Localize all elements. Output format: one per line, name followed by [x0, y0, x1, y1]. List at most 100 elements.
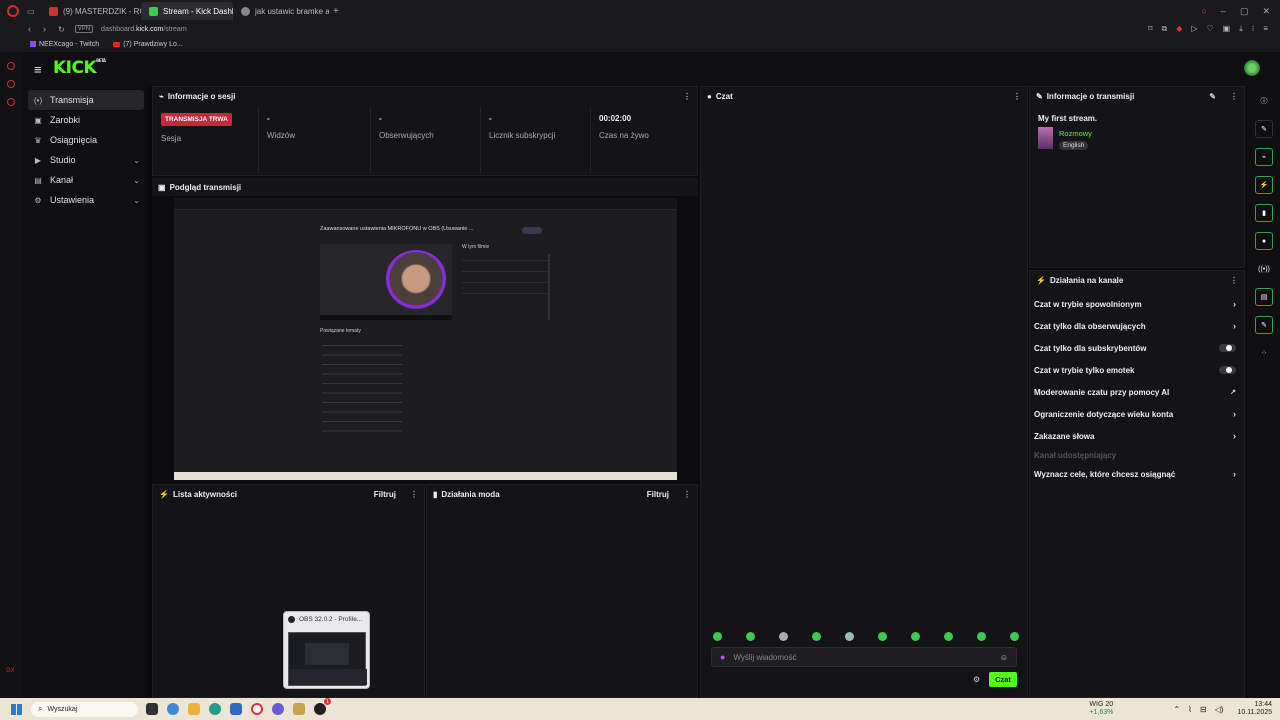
opera-taskbar-icon[interactable] — [251, 703, 263, 715]
mod-filter-button[interactable]: Filtruj — [647, 490, 669, 499]
screenshot-icon[interactable]: ⧉ — [1161, 24, 1167, 34]
chevron-up-icon[interactable]: ⌃ — [1173, 705, 1180, 714]
activity-filter-button[interactable]: Filtruj — [374, 490, 396, 499]
extensions-icon[interactable]: ⁝ — [1252, 24, 1255, 34]
microphone-icon[interactable]: ● — [720, 652, 725, 662]
chat-send-button[interactable]: Czat — [989, 672, 1017, 687]
tab-google-search[interactable]: jak ustawic bramke azur — [233, 2, 329, 20]
file-explorer-icon[interactable] — [188, 703, 200, 715]
emote-icon[interactable] — [977, 632, 986, 641]
vpn-badge[interactable]: VPN — [74, 25, 94, 33]
tab-kick-dashboard[interactable]: Stream - Kick Dashb — [141, 2, 233, 20]
reload-icon[interactable]: ↻ — [58, 25, 65, 34]
play-icon[interactable]: ▷ — [1191, 24, 1197, 34]
opera-logo-icon[interactable] — [7, 5, 19, 17]
more-options-icon[interactable]: ⋮ — [683, 92, 691, 101]
aria-icon[interactable] — [7, 62, 15, 70]
maximize-icon[interactable]: ▢ — [1240, 6, 1249, 17]
mod-panel-icon[interactable]: ▮ — [1255, 204, 1273, 222]
tab-manager-icon[interactable]: ▭ — [27, 7, 41, 16]
tab-masterdzik[interactable]: (9) MASTERDZIK - ROBIM — [41, 2, 141, 20]
clock[interactable]: 13:44 10.11.2025 — [1237, 701, 1272, 717]
search-tabs-icon[interactable]: ○ — [1201, 6, 1206, 17]
chat-panel-icon[interactable]: ● — [1255, 232, 1273, 250]
more-options-icon[interactable]: ⋮ — [1230, 92, 1238, 101]
nav-kanal[interactable]: ▤ Kanał ⌄ — [28, 170, 144, 190]
account-age-row[interactable]: Ograniczenie dotyczące wieku konta › — [1030, 403, 1244, 425]
task-view-icon[interactable] — [146, 703, 158, 715]
taskbar-search-input[interactable]: ⌕ Wyszukaj — [31, 701, 138, 717]
wallet-icon[interactable]: ▣ — [1223, 24, 1231, 34]
more-options-icon[interactable]: ⋮ — [410, 490, 418, 499]
volume-icon[interactable]: ◁) — [1215, 705, 1224, 714]
emote-icon[interactable] — [944, 632, 953, 641]
banned-words-row[interactable]: Zakazane słowa › — [1030, 425, 1244, 447]
goals-row[interactable]: Wyznacz cele, które chcesz osiągnąć › — [1030, 463, 1244, 485]
edit-icon[interactable]: ✎ — [1209, 92, 1216, 101]
opera-gx-icon[interactable]: GX — [6, 668, 15, 674]
session-panel-icon[interactable]: ⌁ — [1255, 148, 1273, 166]
menu-icon[interactable]: ≡ — [1263, 24, 1268, 34]
user-avatar[interactable] — [1244, 60, 1260, 76]
network-icon[interactable]: ⊟ — [1200, 705, 1207, 714]
info-icon[interactable]: ⓘ — [1255, 92, 1273, 110]
shield-icon[interactable]: ◆ — [1176, 24, 1182, 34]
obs-taskbar-icon[interactable]: 1 — [314, 698, 331, 715]
emote-icon[interactable] — [878, 632, 887, 641]
activity-panel-icon[interactable]: ⚡ — [1255, 176, 1273, 194]
broadcast-panel-icon[interactable]: ((•)) — [1255, 260, 1273, 278]
emote-icon[interactable] — [911, 632, 920, 641]
emote-icon[interactable] — [746, 632, 755, 641]
bookmark-icon[interactable]: ⌑ — [1148, 24, 1152, 34]
category-link[interactable]: Rozmowy — [1059, 129, 1092, 138]
nav-osiagniecia[interactable]: ♛ Osiągnięcia — [28, 130, 144, 150]
stream-info-panel-icon[interactable]: ▤ — [1255, 288, 1273, 306]
more-options-icon[interactable]: ⋮ — [683, 490, 691, 499]
store-icon[interactable] — [230, 703, 242, 715]
emote-icon[interactable] — [812, 632, 821, 641]
emote-icon[interactable] — [1010, 632, 1019, 641]
subscribers-only-toggle[interactable] — [1219, 344, 1236, 352]
more-options-icon[interactable]: ⋮ — [1013, 92, 1021, 101]
nav-transmisja[interactable]: (•) Transmisja — [28, 90, 144, 110]
followers-only-row[interactable]: Czat tylko dla obserwujących › — [1030, 315, 1244, 337]
emote-icon[interactable] — [779, 632, 788, 641]
bookmark-twitch[interactable]: NEEXcago - Twitch — [30, 41, 99, 48]
back-icon[interactable]: ‹ — [28, 24, 31, 34]
nav-zarobki[interactable]: ▣ Zarobki — [28, 110, 144, 130]
bookmark-youtube[interactable]: (7) Prawdziwy Lo... — [113, 41, 183, 48]
discord-icon[interactable] — [272, 703, 284, 715]
chat-input[interactable]: ● Wyślij wiadomość ☺ — [711, 647, 1017, 667]
emoji-picker-icon[interactable]: ☺ — [1000, 653, 1008, 662]
stock-widget[interactable]: WIG 20 +1,63% — [1089, 701, 1113, 717]
heart-icon[interactable]: ♡ — [1207, 24, 1214, 34]
emote-icon[interactable] — [713, 632, 722, 641]
minimize-icon[interactable]: – — [1221, 6, 1226, 17]
microphone-icon[interactable]: ⌇ — [1188, 705, 1192, 714]
add-panel-icon[interactable]: ⁘ — [1255, 344, 1273, 362]
slow-mode-row[interactable]: Czat w trybie spowolnionym › — [1030, 293, 1244, 315]
history-icon[interactable] — [7, 80, 15, 88]
ai-moderation-row[interactable]: Moderowanie czatu przy pomocy AI ↗ — [1030, 381, 1244, 403]
nav-ustawienia[interactable]: ⚙ Ustawienia ⌄ — [28, 190, 144, 210]
close-icon[interactable]: ✕ — [1262, 6, 1270, 17]
url-field[interactable]: dashboard.kick.com/stream — [101, 26, 187, 33]
chat-settings-icon[interactable]: ⚙ — [973, 675, 980, 684]
emote-icon[interactable] — [845, 632, 854, 641]
hamburger-menu-icon[interactable]: ≡ — [34, 62, 42, 77]
copilot-icon[interactable] — [167, 703, 179, 715]
more-options-icon[interactable]: ⋮ — [1230, 276, 1238, 285]
app-icon[interactable] — [293, 703, 305, 715]
forward-icon[interactable]: › — [43, 24, 46, 34]
windows-start-icon[interactable] — [11, 703, 22, 715]
nav-studio[interactable]: ▶ Studio ⌄ — [28, 150, 144, 170]
emote-only-toggle[interactable] — [1219, 366, 1236, 374]
settings-icon[interactable] — [7, 98, 15, 106]
obs-taskbar-preview[interactable]: OBS 32.0.2 - Profile... — [283, 611, 370, 689]
stream-preview-video[interactable]: Zaawansowane ustawienia MIKROFONU w OBS … — [174, 198, 677, 480]
edge-icon[interactable] — [209, 703, 221, 715]
download-icon[interactable]: ⤓ — [1239, 24, 1243, 34]
kick-logo[interactable]: KICKBETA — [53, 58, 106, 78]
new-tab-button[interactable]: + — [333, 6, 339, 17]
edit-stream-icon[interactable]: ✎ — [1255, 120, 1273, 138]
